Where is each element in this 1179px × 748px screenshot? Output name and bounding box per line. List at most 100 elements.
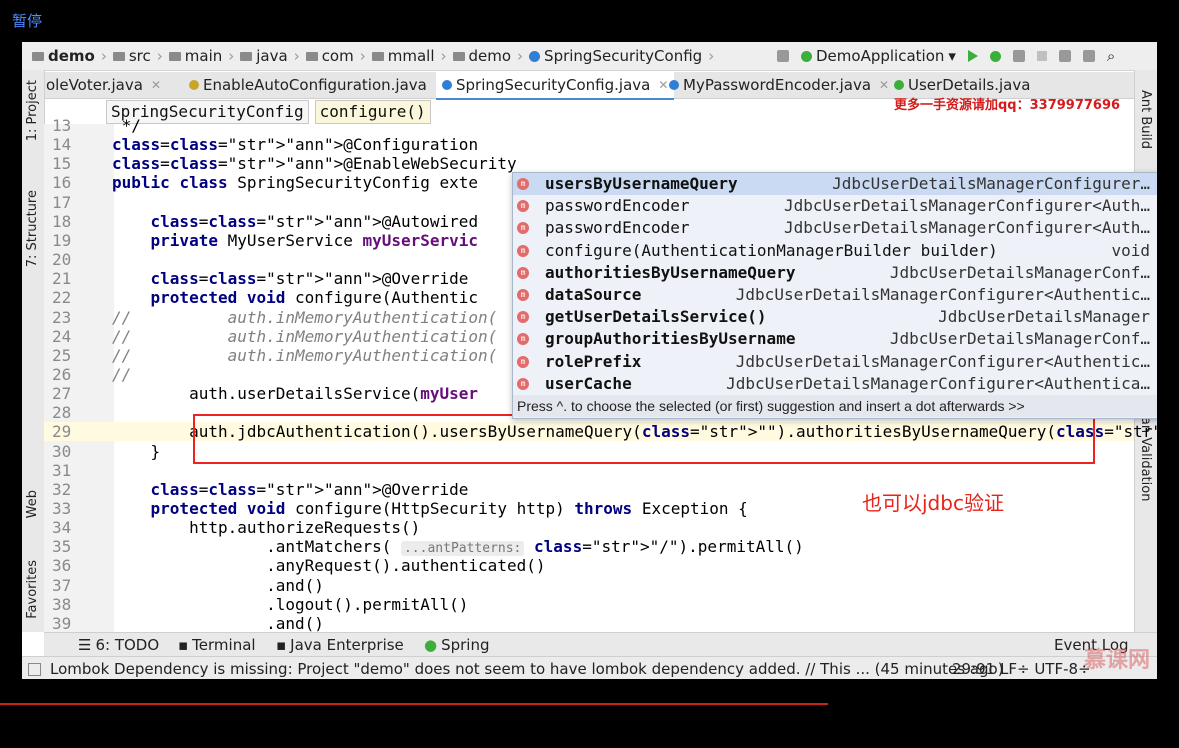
breadcrumb-item[interactable]: com bbox=[305, 47, 354, 65]
line-number: 22 bbox=[52, 288, 72, 308]
folder-icon bbox=[305, 51, 318, 61]
build-icon[interactable] bbox=[777, 50, 789, 62]
code-text: private MyUserService myUserServic bbox=[150, 230, 479, 250]
stop-icon[interactable] bbox=[1036, 51, 1047, 61]
completion-item[interactable]: m passwordEncoder JdbcUserDetailsManagerCo… bbox=[513, 195, 1157, 217]
ide-window: demo › src › main › java › com › mmall › demo › Spring… bbox=[22, 42, 1157, 679]
tool-tab-project[interactable]: 1: Project bbox=[25, 80, 40, 141]
method-icon: m bbox=[517, 289, 529, 301]
completion-name: userCache bbox=[545, 373, 632, 393]
code-line[interactable]: 39 .and() bbox=[44, 614, 1134, 633]
tool-tab-web[interactable]: Web bbox=[25, 490, 40, 518]
tab-mypasswordencoder[interactable]: MyPasswordEncoder.java ✕ bbox=[669, 76, 889, 94]
java-enterprise-icon: ▪ bbox=[276, 636, 287, 654]
completion-popup: m userCache JdbcUserDetailsManagerConfigur… bbox=[512, 172, 1157, 419]
line-number: 20 bbox=[52, 250, 72, 270]
tab-springsecurityconfig[interactable]: SpringSecurityConfig.java ✕ bbox=[436, 72, 675, 100]
watermark-text: 更多一手资源请加qq：3379977696 bbox=[894, 98, 1121, 113]
structure-icon[interactable] bbox=[1058, 50, 1071, 62]
code-line[interactable]: 15 class=class="str">"ann">@EnableWebSecu… bbox=[44, 154, 1134, 173]
code-text: protected void configure(HttpSecurity ht… bbox=[150, 499, 748, 518]
method-icon: m bbox=[517, 178, 529, 190]
line-number: 21 bbox=[52, 269, 72, 289]
breadcrumb-label: demo bbox=[48, 47, 95, 65]
run-icon[interactable] bbox=[967, 50, 978, 62]
breadcrumb-separator: › bbox=[359, 47, 366, 65]
completion-item[interactable]: m usersByUsernameQuery JdbcUserDetailsMana… bbox=[513, 173, 1157, 195]
breadcrumb-item[interactable]: main bbox=[168, 47, 222, 65]
sdk-icon[interactable] bbox=[1082, 50, 1095, 62]
tool-tab-structure[interactable]: 7: Structure bbox=[25, 190, 40, 267]
status-message[interactable]: Lombok Dependency is missing: Project "d… bbox=[50, 660, 1004, 678]
line-number: 32 bbox=[52, 479, 72, 499]
close-icon[interactable]: ✕ bbox=[151, 78, 161, 92]
breadcrumb: demo › src › main › java › com › mmall › demo › Spring… bbox=[32, 47, 716, 65]
tool-window-terminal[interactable]: ▪ Terminal bbox=[178, 636, 256, 654]
completion-item[interactable]: m configure(AuthenticationManagerBuilder … bbox=[513, 240, 1157, 262]
spring-icon: ● bbox=[424, 636, 438, 654]
tool-window-label: Terminal bbox=[192, 636, 256, 654]
breadcrumb-item[interactable]: mmall bbox=[371, 47, 435, 65]
debug-icon[interactable] bbox=[989, 50, 1001, 62]
breadcrumb-item[interactable]: demo bbox=[32, 47, 95, 65]
code-line[interactable]: 37 .and() bbox=[44, 576, 1134, 595]
code-line[interactable]: 35 .antMatchers( ...antPatterns: class="… bbox=[44, 537, 1134, 557]
tab-enableautoconfiguration[interactable]: EnableAutoConfiguration.java✕ bbox=[189, 76, 445, 94]
close-icon[interactable]: ✕ bbox=[658, 78, 668, 92]
code-line[interactable]: 13 */ bbox=[44, 116, 1134, 135]
line-number: 33 bbox=[52, 499, 72, 518]
method-icon: m bbox=[517, 377, 529, 390]
completion-type: JdbcUserDetailsManagerConfigurer<Authent… bbox=[735, 351, 1150, 371]
breadcrumb-item[interactable]: src bbox=[112, 47, 151, 65]
close-icon[interactable]: ✕ bbox=[879, 78, 889, 92]
line-number: 18 bbox=[52, 211, 72, 231]
annotation-note: 也可以jdbc验证 bbox=[862, 491, 1004, 515]
breadcrumb-separator: › bbox=[708, 47, 715, 65]
tool-tab-ant-build[interactable]: Ant Build bbox=[1138, 90, 1153, 149]
code-line[interactable]: 38 .logout().permitAll() bbox=[44, 595, 1134, 614]
tab-rolevoter[interactable]: oleVoter.java ✕ bbox=[46, 76, 161, 94]
code-line[interactable]: 36 .anyRequest().authenticated() bbox=[44, 556, 1134, 575]
tool-window-java-enterprise[interactable]: ▪ Java Enterprise bbox=[276, 636, 404, 654]
pause-label[interactable]: 暂停 bbox=[12, 10, 42, 31]
class-icon bbox=[442, 80, 452, 90]
coverage-icon[interactable] bbox=[1012, 50, 1025, 62]
completion-hint: Press ^. to choose the selected (or firs… bbox=[513, 395, 1157, 417]
tab-userdetails[interactable]: UserDetails.java bbox=[894, 76, 1030, 94]
code-text: http.authorizeRequests() bbox=[112, 518, 421, 538]
brand-watermark: 慕课网 bbox=[1084, 648, 1151, 673]
breadcrumb-item[interactable]: SpringSecurityConfig bbox=[529, 47, 702, 65]
breadcrumb-separator: › bbox=[293, 47, 300, 65]
method-icon: m bbox=[517, 311, 529, 324]
completion-item[interactable]: m groupAuthoritiesByUsername JdbcUserDetai… bbox=[513, 328, 1157, 350]
completion-item[interactable]: m dataSource JdbcUserDetailsManagerConfigu… bbox=[513, 284, 1157, 306]
tool-window-spring[interactable]: ● Spring bbox=[424, 636, 490, 654]
tool-tab-favorites[interactable]: Favorites bbox=[25, 560, 40, 619]
left-tool-strip: 1: Project 7: Structure Web Favorites bbox=[22, 70, 45, 632]
method-icon: m bbox=[517, 244, 529, 257]
status-bar: Lombok Dependency is missing: Project "d… bbox=[22, 656, 1157, 679]
completion-item[interactable]: m authoritiesByUsernameQuery JdbcUserDetai… bbox=[513, 262, 1157, 284]
search-icon[interactable]: ⌕ bbox=[1107, 47, 1115, 65]
line-number: 19 bbox=[52, 230, 72, 250]
breadcrumb-item[interactable]: demo bbox=[452, 47, 511, 65]
annotation-icon bbox=[189, 80, 199, 90]
breadcrumb-item[interactable]: java bbox=[240, 47, 288, 65]
tool-window-todo[interactable]: ☰ 6: TODO bbox=[78, 636, 159, 654]
tool-window-label: 6: TODO bbox=[95, 636, 160, 654]
completion-item[interactable]: m passwordEncoder JdbcUserDetailsManagerCo… bbox=[513, 217, 1157, 239]
code-text: class=class="str">"ann">@Override bbox=[150, 479, 469, 499]
code-text: // auth.inMemoryAuthentication( bbox=[112, 307, 498, 327]
status-toggle-icon[interactable] bbox=[28, 663, 41, 676]
code-line[interactable]: 34 http.authorizeRequests() bbox=[44, 518, 1134, 537]
code-line[interactable]: 14 class=class="str">"ann">@Configuration bbox=[44, 135, 1134, 154]
completion-item[interactable]: m getUserDetailsService() JdbcUserDetailsM… bbox=[513, 306, 1157, 328]
terminal-icon: ▪ bbox=[178, 636, 189, 654]
interface-icon bbox=[894, 80, 904, 90]
breadcrumb-separator: › bbox=[517, 47, 524, 65]
completion-item[interactable]: m userCache JdbcUserDetailsManagerConfigur… bbox=[513, 373, 1157, 395]
completion-name: rolePrefix bbox=[545, 351, 642, 371]
run-config-select[interactable]: DemoApplication ▾ bbox=[801, 47, 956, 65]
completion-item[interactable]: m rolePrefix JdbcUserDetailsManagerConfigu… bbox=[513, 351, 1157, 373]
cursor-position[interactable]: 29:91 LF÷ UTF-8÷ bbox=[952, 660, 1091, 678]
